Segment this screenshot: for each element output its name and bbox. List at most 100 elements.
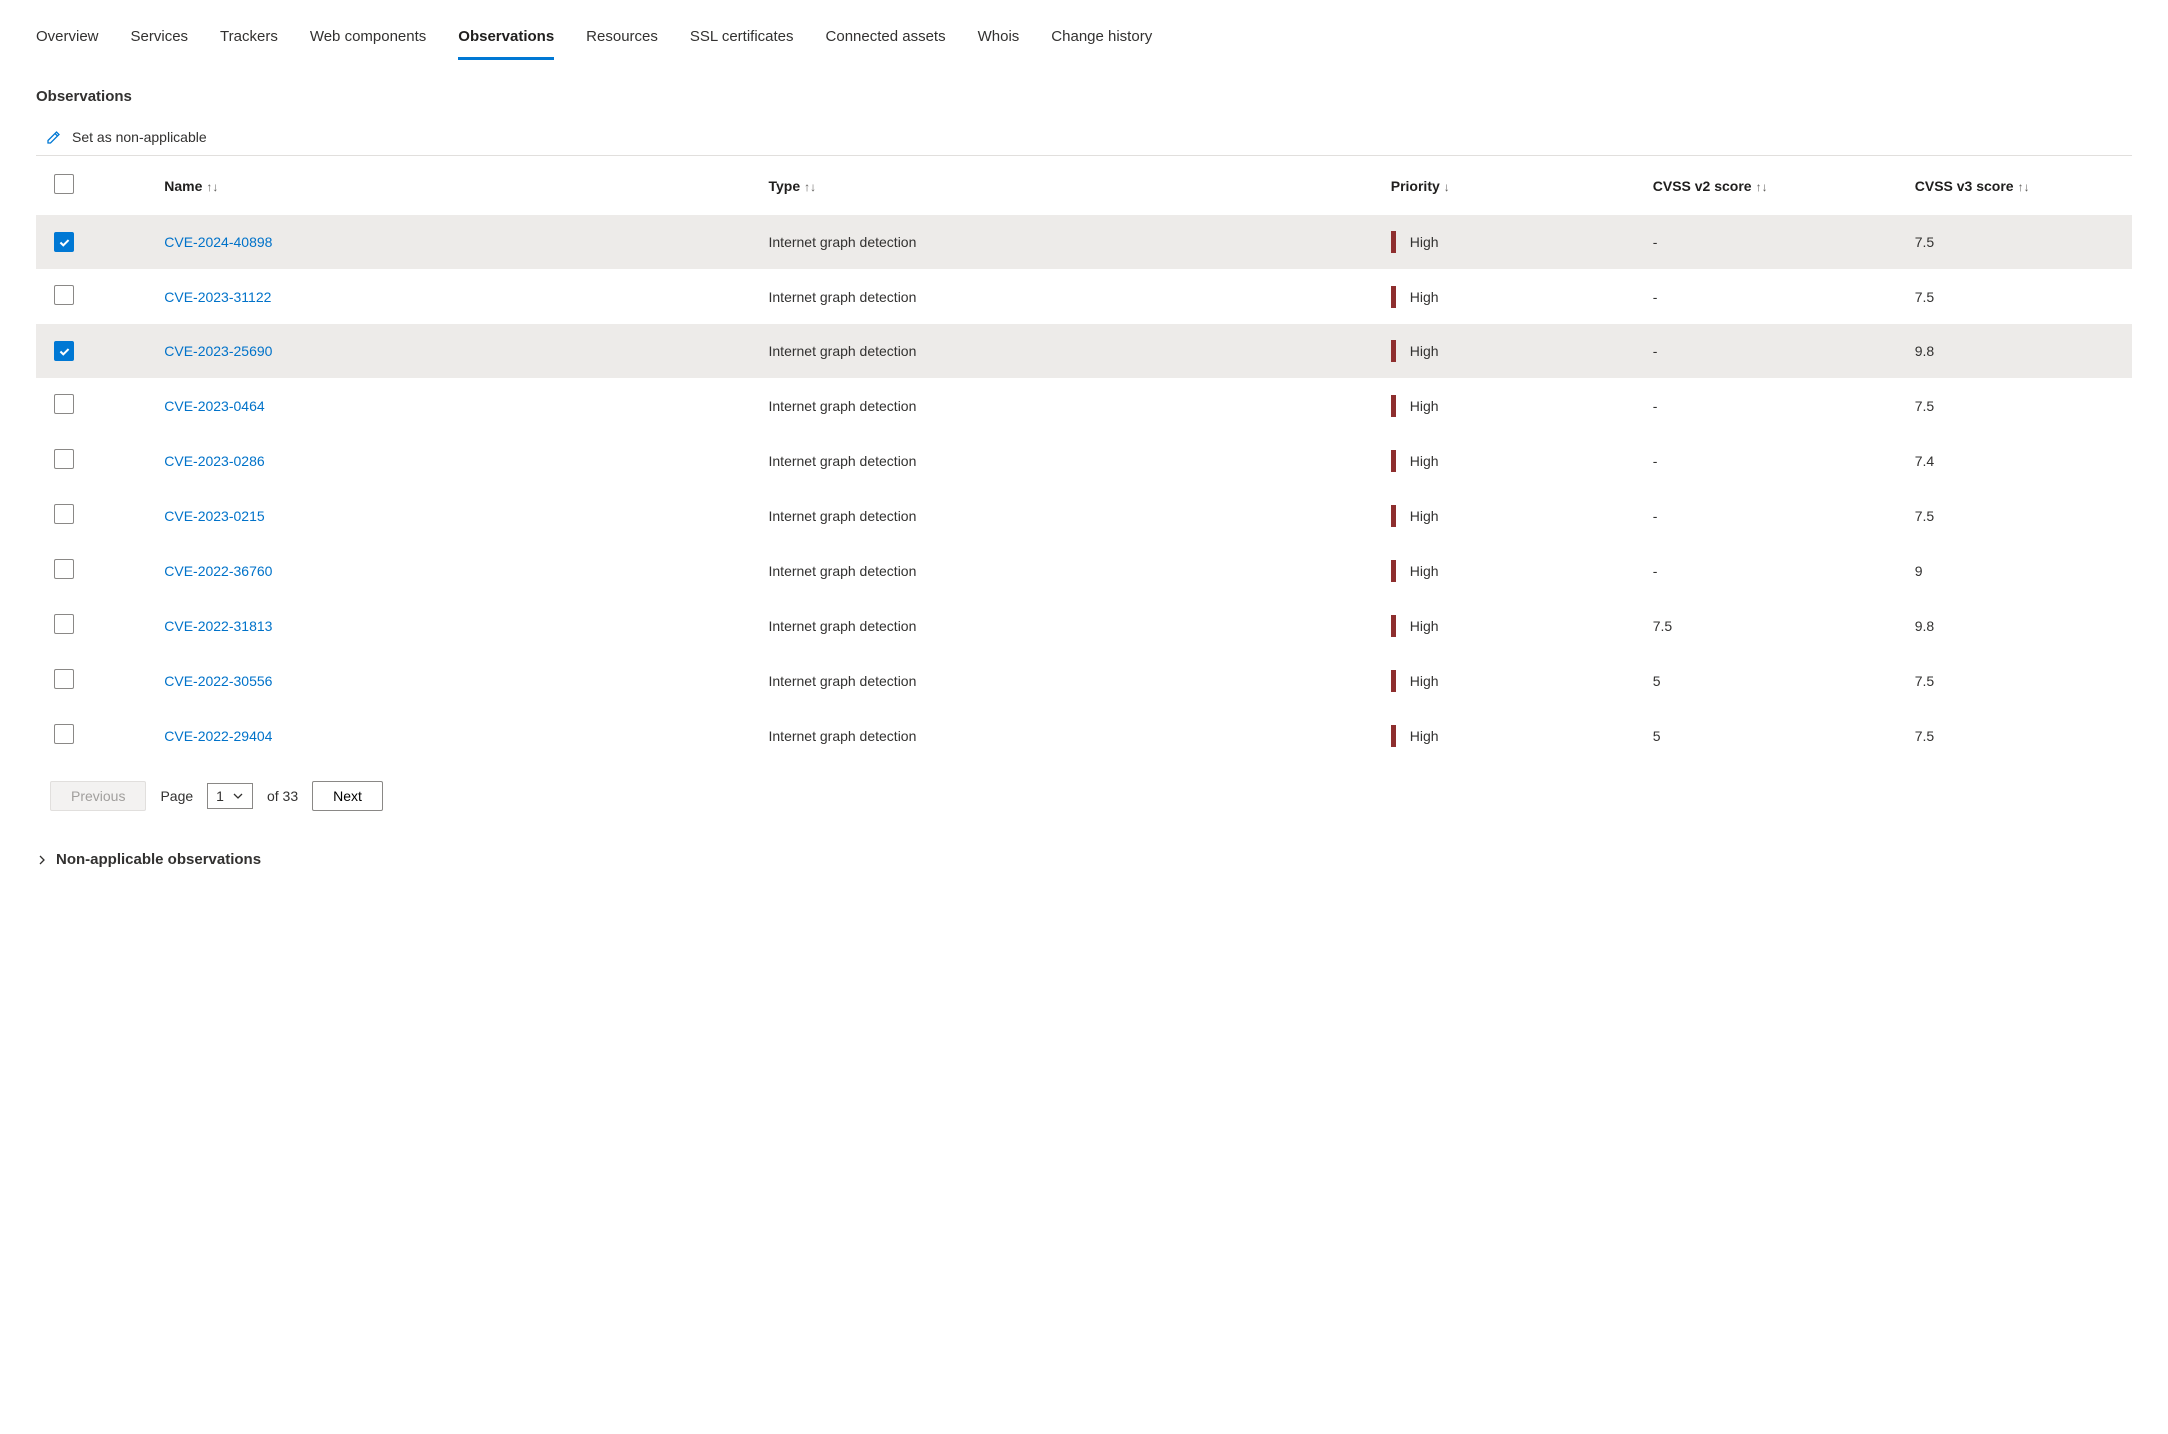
priority-label: High: [1410, 563, 1439, 579]
column-header-cvss-v2[interactable]: CVSS v2 score↑↓: [1641, 156, 1903, 215]
priority-label: High: [1410, 673, 1439, 689]
priority-cell: High: [1391, 286, 1629, 308]
tab-ssl-certificates[interactable]: SSL certificates: [690, 20, 794, 60]
column-header-cvss-v3[interactable]: CVSS v3 score↑↓: [1903, 156, 2132, 215]
cve-link[interactable]: CVE-2023-0286: [164, 453, 264, 469]
next-button[interactable]: Next: [312, 781, 383, 811]
tab-trackers[interactable]: Trackers: [220, 20, 278, 60]
cve-link[interactable]: CVE-2023-25690: [164, 343, 272, 359]
priority-indicator-icon: [1391, 231, 1396, 253]
tab-connected-assets[interactable]: Connected assets: [826, 20, 946, 60]
cvss-v2-cell: -: [1641, 433, 1903, 488]
table-row: CVE-2023-25690 Internet graph detection Hi…: [36, 324, 2132, 378]
row-checkbox[interactable]: [54, 504, 74, 524]
type-cell: Internet graph detection: [757, 269, 1379, 324]
table-row: CVE-2023-0215Internet graph detectionHig…: [36, 488, 2132, 543]
type-cell: Internet graph detection: [757, 653, 1379, 708]
cvss-v3-cell: 7.4: [1903, 433, 2132, 488]
tab-change-history[interactable]: Change history: [1051, 20, 1152, 60]
priority-indicator-icon: [1391, 450, 1396, 472]
row-checkbox[interactable]: [54, 669, 74, 689]
cve-link[interactable]: CVE-2022-30556: [164, 673, 272, 689]
priority-label: High: [1410, 618, 1439, 634]
priority-cell: High: [1391, 560, 1629, 582]
priority-cell: High: [1391, 231, 1629, 253]
row-checkbox[interactable]: [54, 285, 74, 305]
table-row: CVE-2023-0464Internet graph detectionHig…: [36, 378, 2132, 433]
cvss-v2-cell: -: [1641, 269, 1903, 324]
priority-label: High: [1410, 343, 1439, 359]
tab-whois[interactable]: Whois: [978, 20, 1020, 60]
tab-observations[interactable]: Observations: [458, 20, 554, 60]
tab-services[interactable]: Services: [131, 20, 189, 60]
cvss-v2-cell: 5: [1641, 653, 1903, 708]
non-applicable-section-toggle[interactable]: Non-applicable observations: [36, 851, 2132, 868]
cvss-v2-cell: -: [1641, 543, 1903, 598]
cvss-v3-cell: 7.5: [1903, 708, 2132, 763]
table-row: CVE-2022-31813 Internet graph detection Hi…: [36, 598, 2132, 653]
cve-link[interactable]: CVE-2023-31122: [164, 289, 271, 305]
table-row: CVE-2023-31122 Internet graph detection Hi…: [36, 269, 2132, 324]
row-checkbox[interactable]: [54, 724, 74, 744]
cvss-v3-cell: 9.8: [1903, 324, 2132, 378]
cvss-v3-cell: 9: [1903, 543, 2132, 598]
priority-cell: High: [1391, 670, 1629, 692]
cve-link[interactable]: CVE-2024-40898: [164, 234, 272, 250]
cvss-v3-cell: 7.5: [1903, 653, 2132, 708]
column-header-priority[interactable]: Priority↓: [1379, 156, 1641, 215]
cvss-v3-cell: 7.5: [1903, 269, 2132, 324]
type-cell: Internet graph detection: [757, 708, 1379, 763]
cve-link[interactable]: CVE-2022-29404: [164, 728, 272, 744]
select-all-checkbox[interactable]: [54, 174, 74, 194]
cvss-v2-cell: -: [1641, 378, 1903, 433]
tabs: Overview Services Trackers Web components Ob…: [36, 20, 2132, 60]
type-cell: Internet graph detection: [757, 378, 1379, 433]
table-row: CVE-2022-29404 Internet graph detection Hi…: [36, 708, 2132, 763]
column-header-type[interactable]: Type↑↓: [757, 156, 1379, 215]
column-header-name[interactable]: Name↑↓: [134, 156, 756, 215]
cvss-v3-cell: 7.5: [1903, 215, 2132, 269]
previous-button[interactable]: Previous: [50, 781, 146, 811]
priority-cell: High: [1391, 615, 1629, 637]
type-cell: Internet graph detection: [757, 488, 1379, 543]
tab-web-components[interactable]: Web components: [310, 20, 426, 60]
tab-resources[interactable]: Resources: [586, 20, 658, 60]
cve-link[interactable]: CVE-2023-0464: [164, 398, 264, 414]
row-checkbox[interactable]: [54, 394, 74, 414]
type-cell: Internet graph detection: [757, 598, 1379, 653]
sort-icon: ↓: [1444, 180, 1450, 194]
row-checkbox[interactable]: [54, 614, 74, 634]
row-checkbox[interactable]: [54, 559, 74, 579]
cvss-v2-cell: 7.5: [1641, 598, 1903, 653]
cve-link[interactable]: CVE-2023-0215: [164, 508, 264, 524]
cvss-v3-cell: 7.5: [1903, 378, 2132, 433]
section-title: Observations: [36, 88, 2132, 105]
cvss-v2-cell: 5: [1641, 708, 1903, 763]
type-cell: Internet graph detection: [757, 324, 1379, 378]
sort-icon: ↑↓: [2018, 180, 2030, 194]
priority-cell: High: [1391, 450, 1629, 472]
row-checkbox[interactable]: [54, 449, 74, 469]
table-row: CVE-2022-30556 Internet graph detection Hi…: [36, 653, 2132, 708]
row-checkbox[interactable]: [54, 232, 74, 252]
page-select[interactable]: 1: [207, 783, 253, 809]
priority-label: High: [1410, 453, 1439, 469]
priority-indicator-icon: [1391, 725, 1396, 747]
chevron-right-icon: [36, 854, 48, 866]
priority-label: High: [1410, 728, 1439, 744]
observations-table: Name↑↓ Type↑↓ Priority↓ CVSS v2 score↑↓ …: [36, 156, 2132, 763]
cve-link[interactable]: CVE-2022-36760: [164, 563, 272, 579]
cvss-v2-cell: -: [1641, 215, 1903, 269]
page-label: Page: [160, 788, 193, 804]
priority-indicator-icon: [1391, 286, 1396, 308]
set-non-applicable-button[interactable]: Set as non-applicable: [72, 129, 207, 145]
tab-overview[interactable]: Overview: [36, 20, 99, 60]
priority-indicator-icon: [1391, 670, 1396, 692]
priority-label: High: [1410, 234, 1439, 250]
row-checkbox[interactable]: [54, 341, 74, 361]
chevron-down-icon: [232, 790, 244, 802]
cve-link[interactable]: CVE-2022-31813: [164, 618, 272, 634]
cvss-v2-cell: -: [1641, 488, 1903, 543]
priority-indicator-icon: [1391, 505, 1396, 527]
sort-icon: ↑↓: [206, 180, 218, 194]
